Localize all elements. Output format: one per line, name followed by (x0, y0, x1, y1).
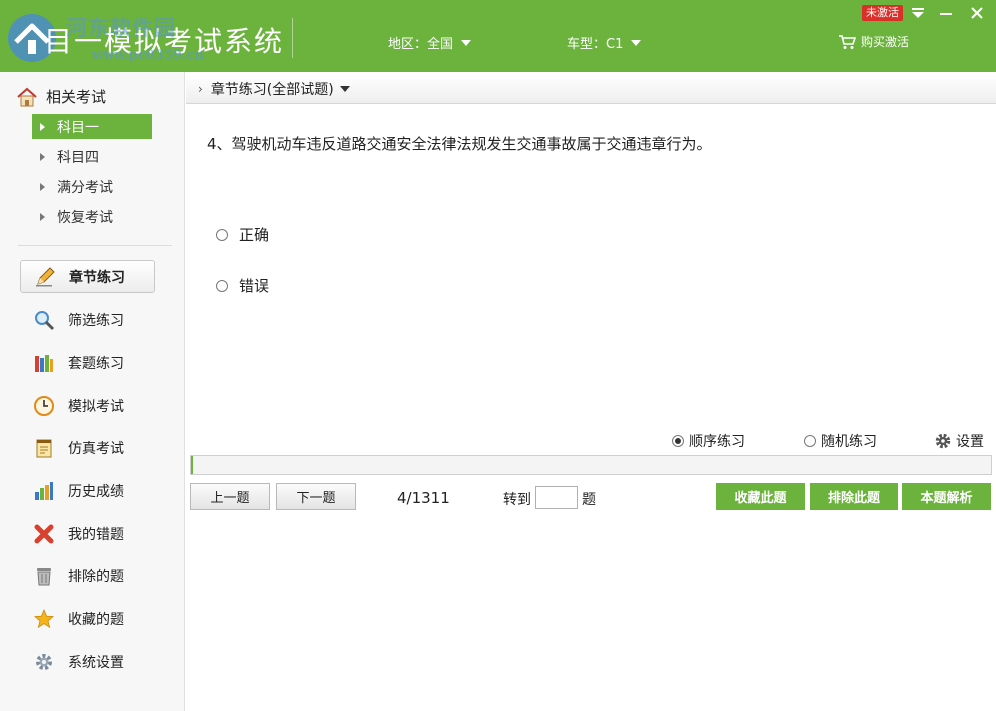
question-counter: 4/1311 (397, 489, 450, 507)
books-icon (32, 351, 56, 375)
radio-button[interactable] (216, 279, 228, 292)
next-question-button[interactable]: 下一题 (276, 483, 356, 510)
activation-status-badge: 未激活 (862, 5, 903, 21)
favorite-question-button[interactable]: 收藏此题 (716, 483, 805, 510)
region-selector[interactable]: 地区：全国 (388, 33, 472, 52)
caret-right-icon (40, 122, 45, 131)
answer-option-correct[interactable]: 正确 (216, 224, 269, 245)
goto-question: 转到 题 (503, 485, 596, 509)
home-icon (17, 87, 37, 106)
notepad-icon (32, 436, 56, 460)
sidebar-item-subject-four[interactable]: 科目四 (32, 144, 152, 169)
minimize-button[interactable] (935, 3, 957, 23)
nav-excluded-questions[interactable]: 排除的题 (20, 559, 155, 592)
nav-filter-practice[interactable]: 筛选练习 (20, 303, 155, 336)
nav-system-settings[interactable]: 系统设置 (20, 645, 155, 678)
radio-button[interactable] (804, 435, 816, 447)
chevron-right-icon: › (198, 81, 203, 96)
nav-label: 套题练习 (68, 355, 124, 372)
sidebar-item-label: 科目一 (57, 119, 99, 136)
nav-label: 筛选练习 (68, 312, 124, 329)
nav-simulation-exam[interactable]: 仿真考试 (20, 431, 155, 464)
caret-right-icon (40, 182, 45, 191)
mode-label: 随机练习 (821, 434, 877, 450)
clock-icon (32, 394, 56, 418)
goto-suffix: 题 (582, 492, 596, 508)
nav-label: 我的错题 (68, 526, 124, 543)
gear-icon (32, 650, 56, 674)
goto-question-input[interactable] (535, 485, 578, 509)
gear-icon (935, 433, 951, 449)
nav-favorite-questions[interactable]: 收藏的题 (20, 602, 155, 635)
nav-label: 排除的题 (68, 568, 124, 585)
settings-button[interactable]: 设置 (934, 431, 984, 451)
nav-chapter-practice[interactable]: 章节练习 (20, 260, 155, 293)
progress-fill (191, 456, 194, 474)
nav-my-mistakes[interactable]: 我的错题 (20, 517, 155, 550)
sidebar-item-full-score-exam[interactable]: 满分考试 (32, 174, 152, 199)
chevron-down-icon (631, 40, 642, 46)
nav-label: 模拟考试 (68, 398, 124, 415)
settings-label: 设置 (956, 434, 984, 450)
answer-option-label: 错误 (239, 277, 270, 295)
related-exams-title: 相关考试 (46, 88, 107, 106)
caret-right-icon (40, 212, 45, 221)
sidebar-item-subject-one[interactable]: 科目一 (32, 114, 152, 139)
trash-icon (32, 564, 56, 588)
title-separator (292, 18, 293, 58)
chevron-down-icon (461, 40, 472, 46)
nav-label: 系统设置 (68, 654, 124, 671)
nav-history-scores[interactable]: 历史成绩 (20, 474, 155, 507)
radio-button[interactable] (216, 228, 228, 241)
radio-button-selected[interactable] (672, 435, 684, 447)
nav-label: 仿真考试 (68, 440, 124, 457)
menu-dropdown-button[interactable] (907, 3, 929, 23)
goto-label: 转到 (503, 492, 531, 508)
mode-sequential[interactable]: 顺序练习 (672, 431, 745, 451)
cart-icon (839, 34, 856, 49)
sidebar-divider (18, 245, 172, 246)
red-x-icon (32, 522, 56, 546)
vehicle-type-selector[interactable]: 车型：C1 (567, 33, 642, 52)
progress-bar (190, 455, 992, 475)
pencil-icon (33, 265, 57, 289)
title-bar: 目一模拟考试系统 河东软件园 www.pc0359.cn 地区：全国 车型：C1… (0, 0, 996, 72)
buy-activate-button[interactable]: 购买激活 (838, 33, 909, 50)
sidebar: 相关考试 科目一 科目四 满分考试 恢复考试 章节练习 筛选练习 套题练习 模拟… (0, 72, 185, 711)
nav-label: 收藏的题 (68, 611, 124, 628)
breadcrumb: › 章节练习(全部试题) (186, 74, 996, 104)
exclude-question-button[interactable]: 排除此题 (810, 483, 898, 510)
sidebar-item-resume-exam[interactable]: 恢复考试 (32, 204, 152, 229)
related-exams-header: 相关考试 (16, 86, 106, 107)
answer-option-wrong[interactable]: 错误 (216, 275, 269, 296)
sidebar-item-label: 满分考试 (57, 179, 113, 196)
answer-option-label: 正确 (239, 226, 270, 244)
watermark-text: 河东软件园 (66, 15, 176, 40)
question-text: 4、驾驶机动车违反道路交通安全法律法规发生交通事故属于交通违章行为。 (207, 135, 712, 153)
minimize-icon (940, 13, 952, 15)
breadcrumb-label: 章节练习(全部试题) (210, 81, 334, 98)
buy-activate-label: 购买激活 (861, 35, 910, 49)
nav-mock-exam[interactable]: 模拟考试 (20, 389, 155, 422)
previous-question-button[interactable]: 上一题 (190, 483, 270, 510)
vehicle-type-label: 车型：C1 (567, 37, 624, 52)
close-icon (971, 7, 983, 19)
nav-set-practice[interactable]: 套题练习 (20, 346, 155, 379)
nav-label: 历史成绩 (68, 483, 124, 500)
mode-random[interactable]: 随机练习 (804, 431, 877, 451)
question-analysis-button[interactable]: 本题解析 (902, 483, 991, 510)
nav-label: 章节练习 (69, 269, 125, 286)
magnifier-icon (32, 308, 56, 332)
region-label: 地区：全国 (388, 37, 454, 52)
sidebar-item-label: 科目四 (57, 149, 99, 166)
sidebar-item-label: 恢复考试 (57, 209, 113, 226)
watermark-url: www.pc0359.cn (92, 48, 204, 63)
bar-chart-icon (32, 479, 56, 503)
breadcrumb-dropdown-icon[interactable] (339, 85, 350, 92)
menu-down-icon (912, 8, 924, 18)
caret-right-icon (40, 152, 45, 161)
star-icon (32, 607, 56, 631)
close-button[interactable] (966, 3, 988, 23)
mode-label: 顺序练习 (689, 434, 745, 450)
